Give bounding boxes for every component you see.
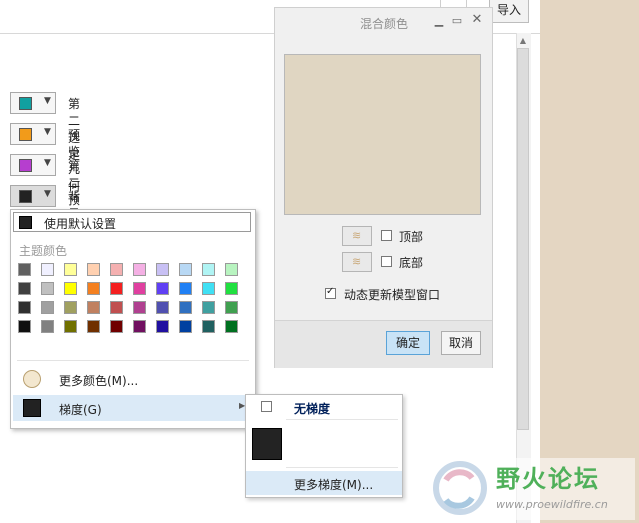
close-icon[interactable]: ✕ <box>471 12 483 27</box>
no-gradient-label[interactable]: 无梯度 <box>294 400 330 417</box>
use-default-label: 使用默认设置 <box>44 217 117 231</box>
palette-color-cell[interactable] <box>87 301 100 314</box>
palette-color-cell[interactable] <box>179 282 192 295</box>
gradient-item[interactable]: 梯度(G) ▶ <box>13 395 251 421</box>
palette-color-cell[interactable] <box>202 263 215 276</box>
palette-color-cell[interactable] <box>202 320 215 333</box>
palette-color-cell[interactable] <box>41 282 54 295</box>
palette-color-cell[interactable] <box>18 301 31 314</box>
palette-color-cell[interactable] <box>225 263 238 276</box>
maximize-icon[interactable]: ▭ <box>451 14 463 27</box>
palette-color-cell[interactable] <box>179 320 192 333</box>
ok-button[interactable]: 确定 <box>386 331 430 355</box>
palette-color-cell[interactable] <box>110 301 123 314</box>
bottom-checkbox[interactable] <box>381 256 392 267</box>
more-colors-item[interactable]: 更多颜色(M)... <box>13 366 251 392</box>
dropdown-arrow-icon: ▼ <box>44 158 51 168</box>
bottom-color-picker-button[interactable]: ≋ <box>342 252 372 272</box>
dynamic-update-checkbox[interactable] <box>325 286 336 299</box>
dropdown-arrow-icon: ▼ <box>44 189 51 199</box>
palette-color-cell[interactable] <box>18 282 31 295</box>
menu-divider <box>17 360 249 361</box>
palette-color-cell[interactable] <box>225 301 238 314</box>
palette-color-cell[interactable] <box>179 263 192 276</box>
palette-color-cell[interactable] <box>156 320 169 333</box>
watermark-title: 野火论坛 <box>496 465 600 493</box>
palette-color-cell[interactable] <box>87 263 100 276</box>
no-gradient-checkbox[interactable] <box>261 401 272 412</box>
theme-colors-heading: 主题颜色 <box>19 244 68 258</box>
menu-divider <box>286 419 398 420</box>
forum-watermark: 野火论坛 www.proewildfire.cn <box>430 458 635 520</box>
palette-color-cell[interactable] <box>225 282 238 295</box>
palette-color-cell[interactable] <box>110 320 123 333</box>
import-button[interactable]: 导入 <box>489 0 529 23</box>
palette-color-cell[interactable] <box>179 301 192 314</box>
color-swatch <box>19 190 32 203</box>
scroll-up-icon[interactable]: ▲ <box>518 36 528 46</box>
palette-color-cell[interactable] <box>64 320 77 333</box>
top-checkbox[interactable] <box>381 230 392 241</box>
color-swatch <box>19 97 32 110</box>
scrollbar-thumb[interactable] <box>517 48 529 430</box>
theme-color-palette <box>18 263 250 341</box>
more-colors-label: 更多颜色(M)... <box>59 374 139 388</box>
dynamic-update-label: 动态更新模型窗口 <box>344 288 441 302</box>
palette-color-cell[interactable] <box>133 301 146 314</box>
palette-color-cell[interactable] <box>156 301 169 314</box>
palette-color-cell[interactable] <box>110 282 123 295</box>
palette-color-cell[interactable] <box>133 282 146 295</box>
blend-color-dialog: 混合颜色 ▁ ▭ ✕ ≋ 顶部 ≋ 底部 动态更新模型窗口 确定 取消 <box>274 7 493 368</box>
more-gradients-label: 更多梯度(M)... <box>294 478 374 492</box>
palette-color-cell[interactable] <box>41 263 54 276</box>
top-label: 顶部 <box>399 230 424 244</box>
gradient-sample-swatch[interactable] <box>252 428 282 460</box>
palette-color-cell[interactable] <box>64 301 77 314</box>
dialog-title: 混合颜色 <box>360 17 409 31</box>
color-dropdown-menu: 使用默认设置 主题颜色 更多颜色(M)... 梯度(G) ▶ <box>10 209 256 429</box>
color-picker-button[interactable]: ▼ <box>10 123 56 145</box>
color-picker-button[interactable]: ▼ <box>10 92 56 114</box>
palette-color-cell[interactable] <box>64 282 77 295</box>
more-gradients-item[interactable]: 更多梯度(M)... <box>246 471 402 495</box>
palette-color-cell[interactable] <box>41 320 54 333</box>
default-color-swatch <box>19 216 32 229</box>
palette-color-cell[interactable] <box>64 263 77 276</box>
use-default-item[interactable]: 使用默认设置 <box>13 212 251 232</box>
palette-icon <box>23 370 41 388</box>
palette-color-cell[interactable] <box>202 282 215 295</box>
palette-color-cell[interactable] <box>225 320 238 333</box>
color-picker-button[interactable]: ▼ <box>10 185 56 207</box>
palette-color-cell[interactable] <box>87 320 100 333</box>
watermark-url: www.proewildfire.cn <box>496 498 608 511</box>
color-swatch <box>19 128 32 141</box>
palette-color-cell[interactable] <box>133 263 146 276</box>
top-color-picker-button[interactable]: ≋ <box>342 226 372 246</box>
color-picker-button[interactable]: ▼ <box>10 154 56 176</box>
brush-icon: ≋ <box>352 229 362 242</box>
menu-divider <box>286 467 398 468</box>
minimize-icon[interactable]: ▁ <box>433 14 445 27</box>
palette-color-cell[interactable] <box>110 263 123 276</box>
gradient-swatch <box>23 399 41 417</box>
palette-color-cell[interactable] <box>156 263 169 276</box>
gradient-label: 梯度(G) <box>59 403 102 417</box>
palette-color-cell[interactable] <box>18 320 31 333</box>
bottom-label: 底部 <box>399 256 424 270</box>
palette-color-cell[interactable] <box>156 282 169 295</box>
palette-color-cell[interactable] <box>133 320 146 333</box>
palette-color-cell[interactable] <box>41 301 54 314</box>
dropdown-arrow-icon: ▼ <box>44 127 51 137</box>
brush-icon: ≋ <box>352 255 362 268</box>
blend-preview <box>284 54 481 215</box>
gradient-submenu: 无梯度 更多梯度(M)... <box>245 394 403 498</box>
flame-logo-icon <box>433 461 487 515</box>
cancel-button[interactable]: 取消 <box>441 331 481 355</box>
palette-color-cell[interactable] <box>87 282 100 295</box>
dropdown-arrow-icon: ▼ <box>44 96 51 106</box>
color-swatch <box>19 159 32 172</box>
palette-color-cell[interactable] <box>202 301 215 314</box>
palette-color-cell[interactable] <box>18 263 31 276</box>
